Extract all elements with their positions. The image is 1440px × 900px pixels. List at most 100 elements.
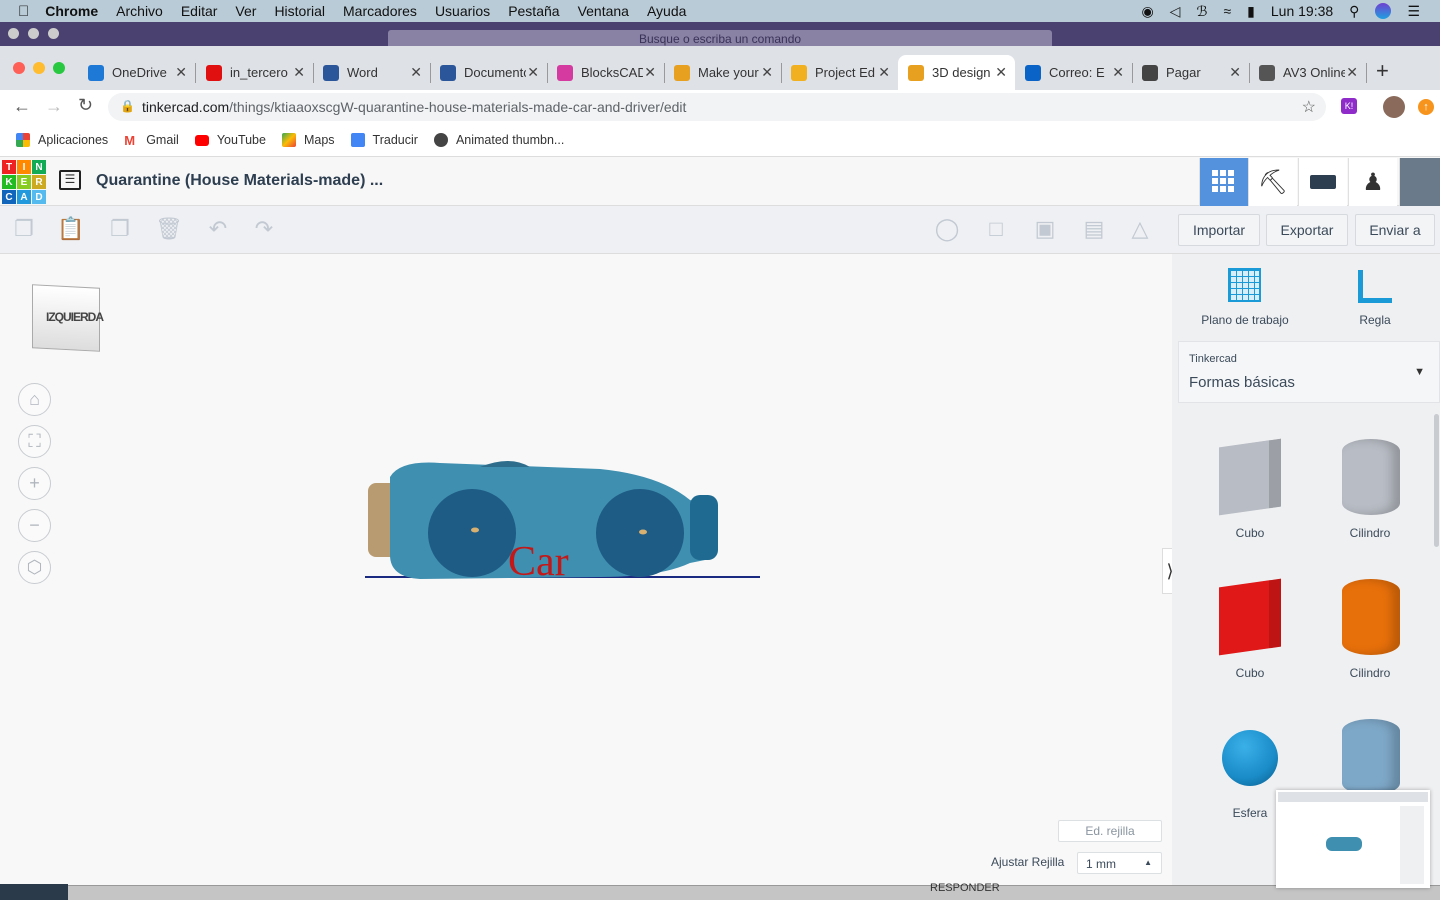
browser-tab[interactable]: 3D design ✕: [898, 55, 1015, 90]
menu-marcadores[interactable]: Marcadores: [343, 3, 417, 19]
menu-pestana[interactable]: Pestaña: [508, 3, 559, 19]
menu-ayuda[interactable]: Ayuda: [647, 3, 686, 19]
browser-tab[interactable]: Project Ed ✕: [781, 55, 899, 90]
browser-tab[interactable]: Correo: E ✕: [1015, 55, 1133, 90]
design-list-icon[interactable]: ☰: [59, 170, 81, 190]
close-window-button[interactable]: [13, 62, 25, 74]
ungroup-icon[interactable]: ▣: [1032, 216, 1058, 242]
lock-icon[interactable]: 🔒: [120, 99, 135, 113]
copy-icon[interactable]: ❐: [11, 216, 37, 242]
close-tab-icon[interactable]: ✕: [995, 64, 1007, 81]
notification-icon[interactable]: ◉: [1141, 3, 1153, 20]
send-to-button[interactable]: Enviar a: [1355, 214, 1435, 246]
shape-item[interactable]: Cubo: [1205, 433, 1295, 543]
menu-historial[interactable]: Historial: [274, 3, 325, 19]
menu-archivo[interactable]: Archivo: [116, 3, 163, 19]
car-model[interactable]: Car: [360, 455, 770, 590]
design-title[interactable]: Quarantine (House Materials-made) ...: [96, 172, 383, 190]
maximize-window-button[interactable]: [53, 62, 65, 74]
zoom-in-button[interactable]: +: [18, 467, 51, 500]
redo-icon[interactable]: ↷: [251, 216, 277, 242]
edit-grid-button[interactable]: Ed. rejilla: [1058, 820, 1162, 842]
bookmark-translate[interactable]: Traducir: [350, 133, 418, 147]
perspective-button[interactable]: ⬡: [18, 551, 51, 584]
menu-ver[interactable]: Ver: [235, 3, 256, 19]
snap-grid-select[interactable]: 1 mm ▲: [1077, 852, 1162, 874]
control-center-icon[interactable]: ☰: [1407, 3, 1420, 20]
screenshot-thumbnail-preview[interactable]: [1276, 790, 1430, 888]
close-tab-icon[interactable]: ✕: [410, 64, 422, 81]
shape-library-dropdown[interactable]: Tinkercad Formas básicas ▼: [1178, 341, 1440, 403]
close-tab-icon[interactable]: ✕: [1229, 64, 1241, 81]
undo-icon[interactable]: ↶: [205, 216, 231, 242]
zoom-out-button[interactable]: −: [18, 509, 51, 542]
home-view-button[interactable]: ⌂: [18, 383, 51, 416]
close-tab-icon[interactable]: ✕: [1112, 64, 1124, 81]
clock[interactable]: Lun 19:38: [1271, 3, 1333, 19]
shape-item[interactable]: Cilindro: [1325, 573, 1415, 683]
browser-tab[interactable]: OneDrive ✕: [78, 55, 196, 90]
browser-tab[interactable]: in_tercero ✕: [196, 55, 314, 90]
apple-icon[interactable]: : [18, 3, 29, 20]
import-button[interactable]: Importar: [1178, 214, 1260, 246]
close-tab-icon[interactable]: ✕: [175, 64, 187, 81]
menu-app[interactable]: Chrome: [45, 3, 98, 19]
delete-icon[interactable]: 🗑: [155, 216, 183, 242]
ruler-icon[interactable]: [1358, 270, 1392, 303]
reload-button[interactable]: ↻: [78, 95, 93, 116]
bookmark-animated[interactable]: Animated thumbn...: [433, 133, 564, 147]
wifi-icon[interactable]: ≈: [1223, 3, 1231, 19]
menu-editar[interactable]: Editar: [181, 3, 218, 19]
group-icon[interactable]: □: [983, 216, 1009, 242]
duplicate-icon[interactable]: ❐: [107, 216, 133, 242]
bookmark-gmail[interactable]: M Gmail: [124, 133, 179, 148]
minecraft-view-button[interactable]: ⛏: [1248, 158, 1297, 206]
shape-item[interactable]: Cilindro: [1325, 433, 1415, 543]
bluetooth-icon[interactable]: ℬ: [1196, 3, 1207, 20]
3d-view-button[interactable]: [1199, 158, 1248, 206]
ruler-label[interactable]: Regla: [1315, 313, 1435, 327]
user-avatar[interactable]: [1399, 158, 1440, 206]
shape-item[interactable]: Cubo: [1205, 573, 1295, 683]
browser-tab[interactable]: Pagar ✕: [1132, 55, 1250, 90]
menu-ventana[interactable]: Ventana: [578, 3, 629, 19]
bookmark-apps[interactable]: Aplicaciones: [16, 133, 108, 147]
close-tab-icon[interactable]: ✕: [293, 64, 305, 81]
close-tab-icon[interactable]: ✕: [761, 64, 773, 81]
export-button[interactable]: Exportar: [1266, 214, 1348, 246]
browser-tab[interactable]: Make your ✕: [664, 55, 782, 90]
kahoot-extension-icon[interactable]: K!: [1341, 98, 1357, 114]
mirror-icon[interactable]: △: [1127, 216, 1153, 242]
minimize-window-button[interactable]: [33, 62, 45, 74]
bricks-view-button[interactable]: [1298, 158, 1347, 206]
battery-icon[interactable]: ▮: [1247, 3, 1255, 20]
align-icon[interactable]: ▤: [1081, 216, 1107, 242]
browser-tab[interactable]: Word ✕: [313, 55, 431, 90]
browser-tab[interactable]: Documento ✕: [430, 55, 548, 90]
menu-usuarios[interactable]: Usuarios: [435, 3, 490, 19]
new-tab-button[interactable]: +: [1376, 58, 1389, 84]
profile-avatar[interactable]: [1383, 96, 1405, 118]
invite-user-button[interactable]: ♟: [1348, 158, 1397, 206]
siri-icon[interactable]: [1375, 3, 1392, 19]
fit-view-button[interactable]: ⛶: [18, 425, 51, 458]
workplane-icon[interactable]: [1228, 268, 1261, 302]
tinkercad-logo[interactable]: TIN KER CAD: [2, 160, 46, 204]
bookmark-youtube[interactable]: YouTube: [194, 133, 266, 147]
bookmark-maps[interactable]: Maps: [281, 133, 335, 147]
unity-icon[interactable]: ◁: [1170, 3, 1181, 20]
bookmark-star-icon[interactable]: ☆: [1302, 97, 1316, 117]
spotlight-icon[interactable]: ⚲: [1349, 3, 1359, 20]
close-tab-icon[interactable]: ✕: [527, 64, 539, 81]
close-tab-icon[interactable]: ✕: [1346, 64, 1358, 81]
browser-tab[interactable]: BlocksCAD ✕: [547, 55, 665, 90]
workplane-label[interactable]: Plano de trabajo: [1185, 313, 1305, 327]
lightbulb-icon[interactable]: ◯: [934, 216, 960, 242]
browser-tab[interactable]: AV3 Online ✕: [1249, 55, 1367, 90]
panel-scrollbar[interactable]: [1434, 414, 1439, 547]
url-input[interactable]: 🔒 tinkercad.com/things/ktiaaoxscgW-quara…: [108, 93, 1326, 121]
update-icon[interactable]: ↑: [1418, 99, 1434, 115]
view-cube[interactable]: IZQUIERDA: [30, 284, 104, 354]
close-tab-icon[interactable]: ✕: [644, 64, 656, 81]
back-button[interactable]: ←: [13, 96, 31, 117]
